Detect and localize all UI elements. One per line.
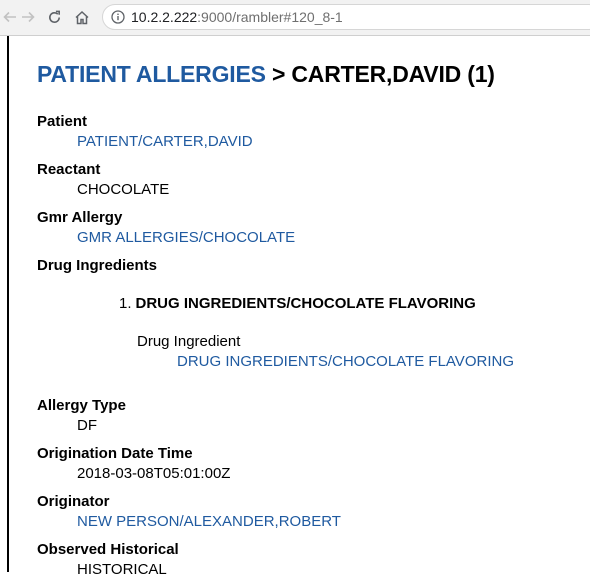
forward-icon[interactable] (18, 7, 38, 27)
drug-ingredient-link[interactable]: DRUG INGREDIENTS/CHOCOLATE FLAVORING (137, 352, 585, 372)
list-item: 1. DRUG INGREDIENTS/CHOCOLATE FLAVORING D… (37, 294, 585, 372)
record-name: CARTER,DAVID (1) (291, 61, 495, 87)
home-icon[interactable] (72, 7, 92, 27)
field-label: Drug Ingredients (37, 257, 158, 274)
address-bar[interactable]: 10.2.2.222:9000/rambler#120_8-1 (102, 4, 590, 30)
field-label: Reactant (37, 161, 101, 178)
browser-toolbar: 10.2.2.222:9000/rambler#120_8-1 (0, 0, 590, 36)
field-label: Observed Historical (37, 541, 179, 558)
field-drug-ingredients: Drug Ingredients 1. DRUG INGREDIENTS/CHOC… (37, 256, 585, 372)
breadcrumb-patient-allergies-link[interactable]: PATIENT ALLERGIES (37, 61, 266, 87)
ingredient-heading: 1. DRUG INGREDIENTS/CHOCOLATE FLAVORING (119, 294, 585, 314)
left-border-rule (7, 36, 9, 572)
field-observed-historical: Observed Historical HISTORICAL (37, 540, 585, 580)
observed-historical-value: HISTORICAL (77, 561, 167, 578)
ingredient-detail: Drug Ingredient DRUG INGREDIENTS/CHOCOLA… (119, 332, 585, 372)
page-title: PATIENT ALLERGIES > CARTER,DAVID (1) (37, 58, 585, 90)
origination-date-time-value: 2018-03-08T05:01:00Z (77, 465, 231, 482)
field-label: Allergy Type (37, 397, 126, 414)
field-label: Origination Date Time (37, 445, 193, 462)
ingredient-sub-label: Drug Ingredient (137, 333, 241, 350)
url-host: 10.2.2.222 (131, 9, 198, 25)
field-label: Patient (37, 113, 88, 130)
patient-link[interactable]: PATIENT/CARTER,DAVID (37, 132, 585, 152)
gmr-allergy-link[interactable]: GMR ALLERGIES/CHOCOLATE (37, 228, 585, 248)
back-icon[interactable] (0, 7, 20, 27)
originator-link[interactable]: NEW PERSON/ALEXANDER,ROBERT (37, 512, 585, 532)
field-patient: Patient PATIENT/CARTER,DAVID (37, 112, 585, 152)
record-content: PATIENT ALLERGIES > CARTER,DAVID (1) Pat… (37, 58, 585, 580)
field-reactant: Reactant CHOCOLATE (37, 160, 585, 200)
allergy-type-value: DF (77, 417, 97, 434)
field-label: Originator (37, 493, 110, 510)
field-originator: Originator NEW PERSON/ALEXANDER,ROBERT (37, 492, 585, 532)
url-path: :9000/rambler#120_8-1 (197, 9, 343, 25)
info-icon[interactable] (111, 10, 125, 24)
field-gmr-allergy: Gmr Allergy GMR ALLERGIES/CHOCOLATE (37, 208, 585, 248)
reactant-value: CHOCOLATE (77, 181, 170, 198)
field-origination-date-time: Origination Date Time 2018-03-08T05:01:0… (37, 444, 585, 484)
list-item-number: 1. (119, 295, 132, 312)
ingredient-heading-text: DRUG INGREDIENTS/CHOCOLATE FLAVORING (135, 295, 476, 312)
field-allergy-type: Allergy Type DF (37, 396, 585, 436)
reload-icon[interactable] (44, 7, 64, 27)
breadcrumb-separator: > (271, 61, 286, 87)
field-label: Gmr Allergy (37, 209, 123, 226)
